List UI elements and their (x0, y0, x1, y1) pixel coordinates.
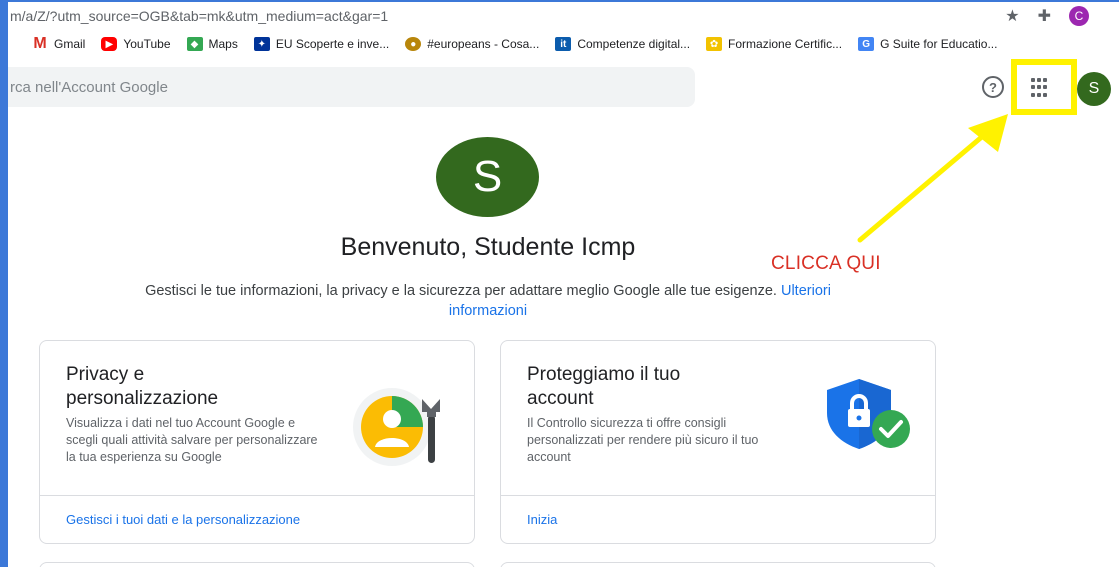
bookmark-eu-scoperte[interactable]: ✦ EU Scoperte e inve... (253, 37, 390, 51)
browser-profile-avatar[interactable]: C (1069, 6, 1089, 26)
it-icon: it (555, 37, 572, 51)
profile-avatar[interactable]: S (436, 137, 539, 217)
bookmark-label: Formazione Certific... (728, 37, 843, 51)
privacy-card[interactable]: Privacy e personalizzazione Visualizza i… (39, 340, 475, 544)
security-card[interactable]: Proteggiamo il tuo account Il Controllo … (500, 340, 936, 544)
formazione-icon: ✿ (706, 37, 723, 51)
card-title: Privacy e personalizzazione (66, 364, 219, 409)
manage-data-link[interactable]: Gestisci i tuoi dati e la personalizzazi… (66, 512, 300, 527)
card-footer: Gestisci i tuoi dati e la personalizzazi… (40, 495, 474, 543)
address-bar[interactable]: m/a/Z/?utm_source=OGB&tab=mk&utm_medium=… (8, 2, 1119, 30)
bookmark-competenze[interactable]: it Competenze digital... (555, 37, 690, 51)
url-text[interactable]: m/a/Z/?utm_source=OGB&tab=mk&utm_medium=… (10, 8, 388, 24)
card-footer: Inizia (501, 495, 935, 543)
maps-icon: ◆ (186, 37, 203, 51)
card-description: Visualizza i dati nel tuo Account Google… (66, 416, 318, 464)
bookmark-label: #europeans - Cosa... (427, 37, 540, 51)
start-security-check-link[interactable]: Inizia (527, 512, 557, 527)
bookmark-star-icon[interactable]: ★ (1005, 6, 1019, 26)
bookmark-gmail[interactable]: M Gmail (32, 35, 86, 52)
search-placeholder: rca nell'Account Google (10, 79, 168, 96)
subtitle-text: Gestisci le tue informazioni, la privacy… (145, 283, 777, 299)
next-card-partial (39, 562, 475, 567)
learn-more-link[interactable]: Ulteriori (781, 283, 831, 299)
bookmark-label: Gmail (54, 37, 86, 51)
bookmark-formazione[interactable]: ✿ Formazione Certific... (706, 37, 842, 51)
help-icon[interactable]: ? (982, 76, 1004, 98)
bookmark-label: YouTube (123, 37, 171, 51)
bookmark-label: Competenze digital... (577, 37, 691, 51)
search-input[interactable]: rca nell'Account Google (8, 67, 695, 107)
callout-arrow (857, 114, 1008, 243)
extensions-icon[interactable]: ✚ (1038, 6, 1051, 26)
next-card-partial (500, 562, 936, 567)
gmail-icon: M (33, 35, 47, 52)
bookmark-label: EU Scoperte e inve... (275, 37, 390, 51)
privacy-illustration-icon (353, 388, 440, 466)
eu-flag-icon: ✦ (253, 37, 270, 51)
card-title: Proteggiamo il tuo account (527, 364, 681, 409)
bookmarks-bar: M Gmail ▶ YouTube ◆ Maps ✦ EU Scoperte e… (8, 30, 1119, 58)
gsuite-icon: G (858, 37, 875, 51)
bookmark-youtube[interactable]: ▶ YouTube (101, 37, 171, 51)
bookmark-europeans[interactable]: ● #europeans - Cosa... (405, 37, 539, 51)
learn-more-link-cont[interactable]: informazioni (449, 303, 527, 319)
welcome-heading: Benvenuto, Studente Icmp (340, 233, 636, 261)
card-description: Il Controllo sicurezza ti offre consigli… (527, 416, 759, 464)
bookmark-label: Maps (208, 37, 238, 51)
bookmark-maps[interactable]: ◆ Maps (186, 37, 238, 51)
welcome-subtitle: Gestisci le tue informazioni, la privacy… (60, 281, 916, 321)
bookmark-label: G Suite for Educatio... (880, 37, 998, 51)
youtube-icon: ▶ (101, 37, 118, 51)
account-avatar[interactable]: S (1077, 72, 1111, 106)
bookmark-gsuite[interactable]: G G Suite for Educatio... (858, 37, 997, 51)
google-apps-icon[interactable] (1031, 78, 1051, 98)
europeans-icon: ● (405, 37, 422, 51)
window-frame-left (0, 0, 8, 567)
security-shield-icon (827, 379, 910, 449)
